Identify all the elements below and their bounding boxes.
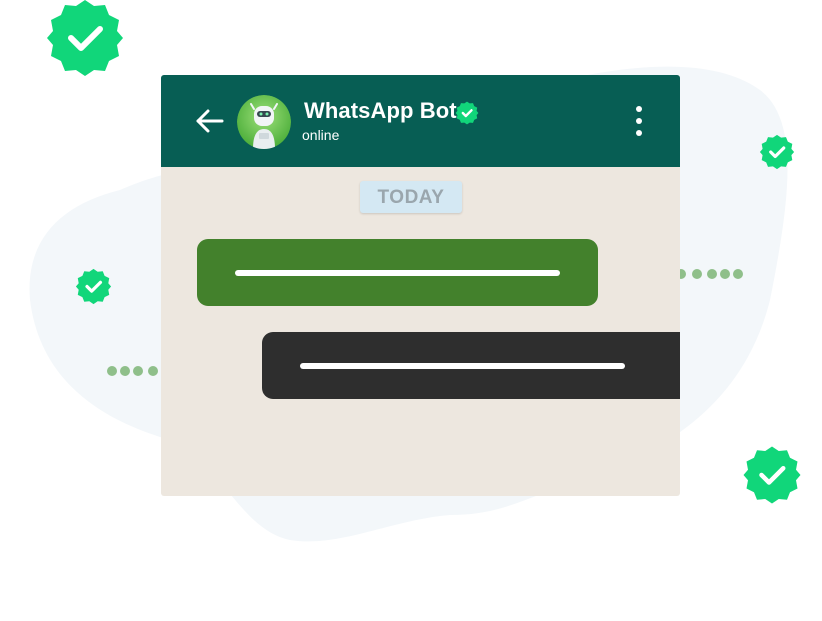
contact-status: online (302, 127, 340, 143)
trail-dot (692, 269, 702, 279)
date-divider: TODAY (360, 181, 462, 213)
chat-window: WhatsApp Bot online TODAY (161, 75, 680, 496)
verified-badge-icon-right (759, 134, 795, 170)
arrow-left-icon[interactable] (195, 106, 225, 136)
illustration-canvas: WhatsApp Bot online TODAY (0, 0, 822, 621)
incoming-message-bubble[interactable] (262, 332, 680, 399)
vertical-dots-icon-middle (636, 118, 642, 124)
trail-dot (120, 366, 130, 376)
vertical-dots-icon (636, 106, 642, 112)
avatar[interactable] (237, 95, 291, 149)
menu-button[interactable] (631, 104, 647, 138)
verified-badge-icon-left (75, 268, 112, 305)
verified-badge-icon-large-topleft (47, 0, 123, 76)
vertical-dots-icon-bottom (636, 130, 642, 136)
verified-badge-icon-bottomright (743, 446, 801, 504)
trail-dot (733, 269, 743, 279)
message-placeholder-line (300, 363, 625, 369)
trail-dot (720, 269, 730, 279)
message-placeholder-line (235, 270, 560, 276)
trail-dot (707, 269, 717, 279)
trail-dot (133, 366, 143, 376)
chat-header: WhatsApp Bot online (161, 75, 680, 167)
verified-check-badge-icon (455, 101, 479, 125)
outgoing-message-bubble[interactable] (197, 239, 598, 306)
trail-dot (107, 366, 117, 376)
contact-name: WhatsApp Bot (304, 98, 457, 123)
robot-avatar-icon (237, 95, 291, 149)
trail-dot (148, 366, 158, 376)
